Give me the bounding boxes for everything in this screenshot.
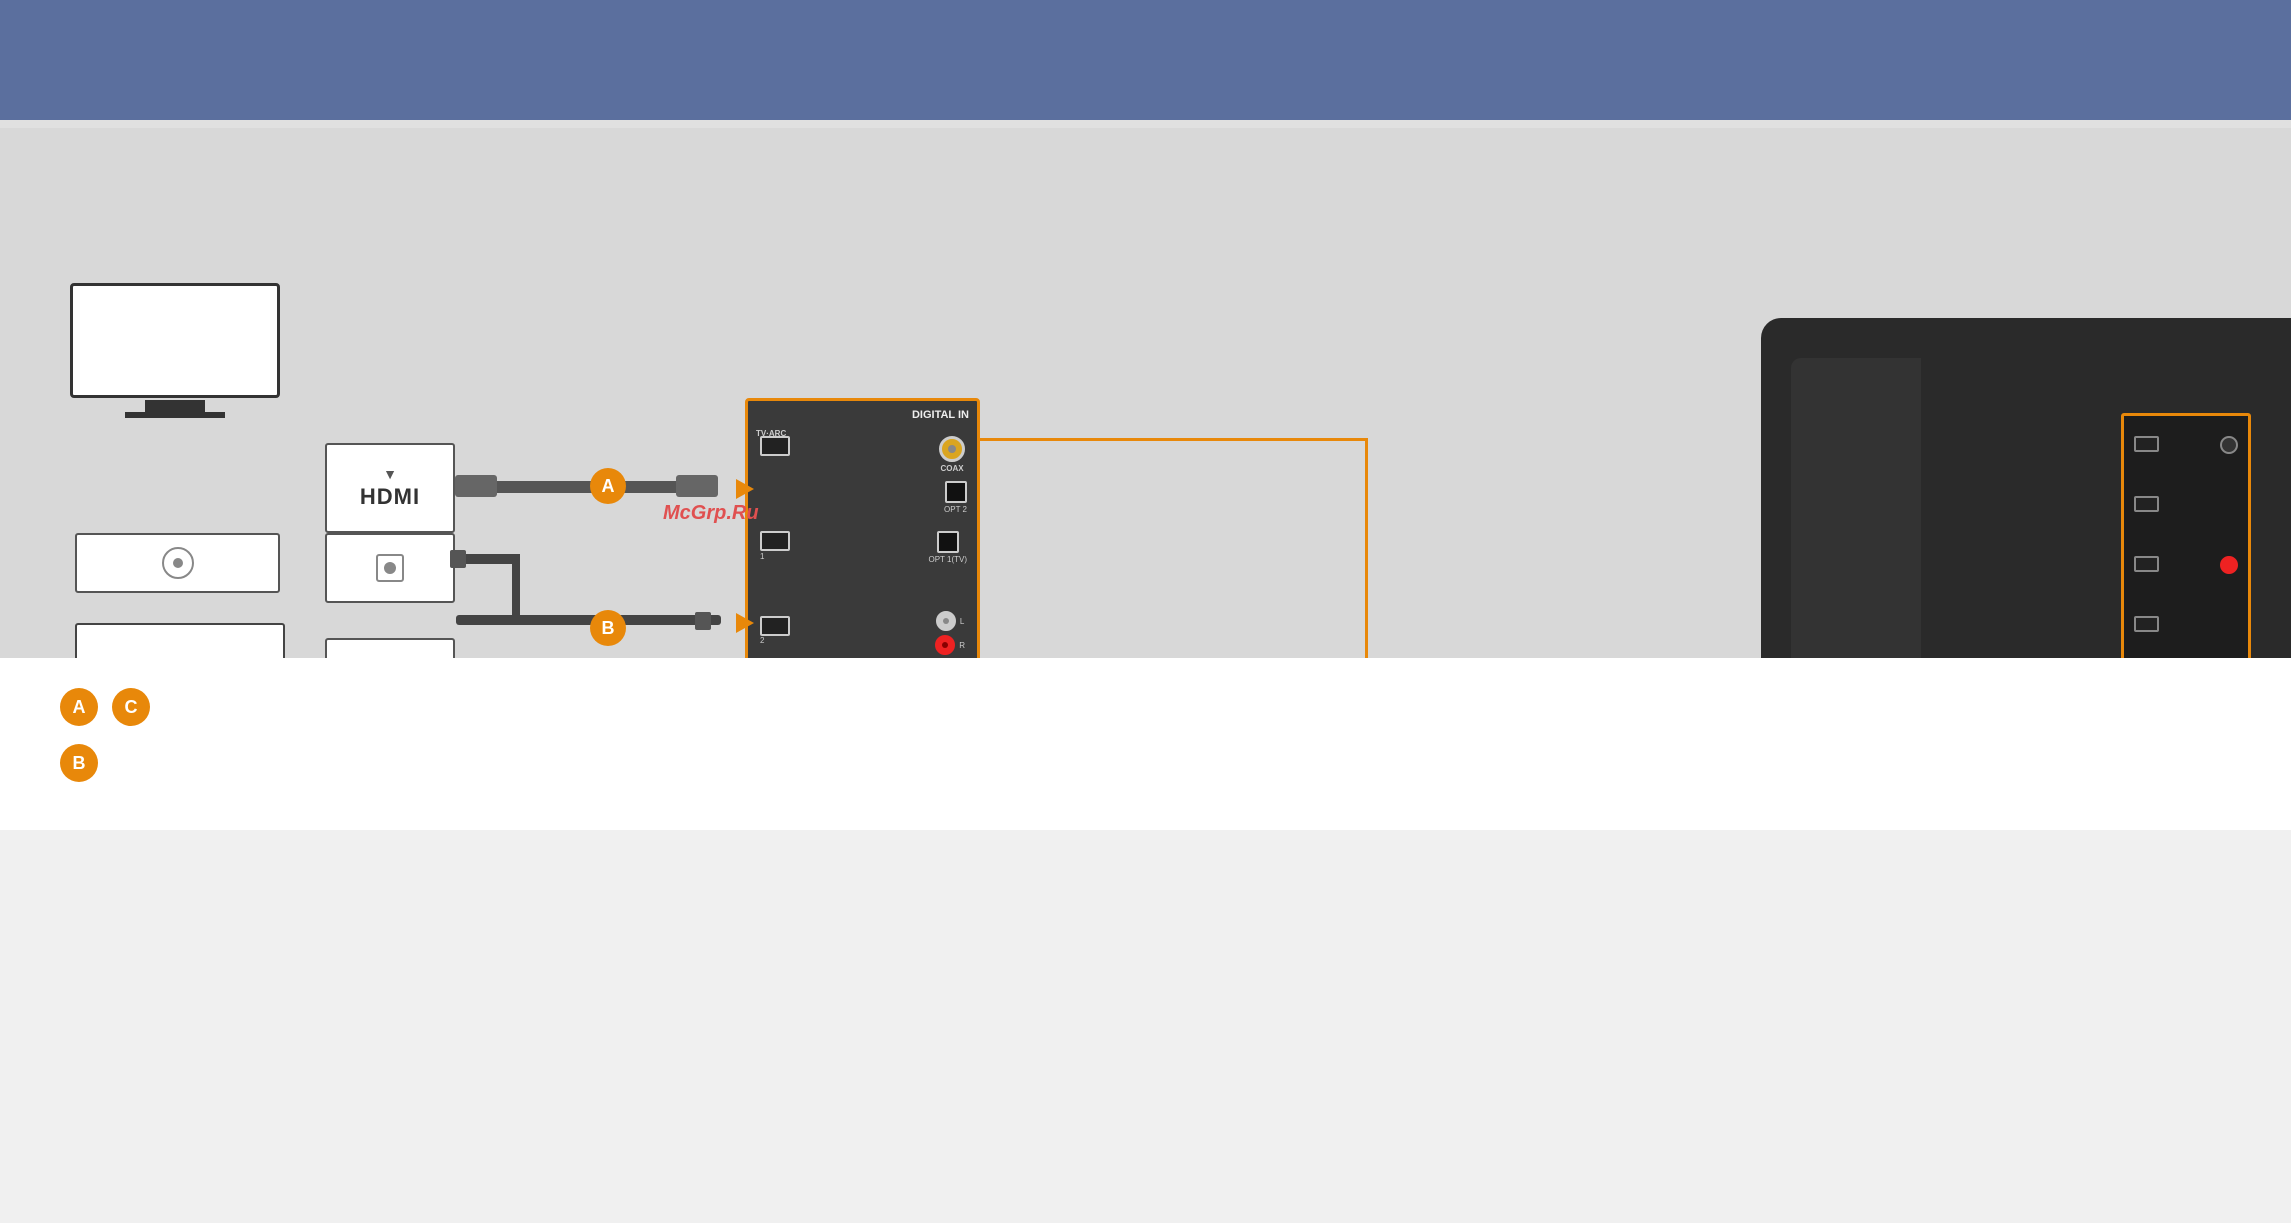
opt1-port bbox=[937, 531, 959, 553]
tv-screen bbox=[70, 283, 280, 398]
badge-a-note: A bbox=[60, 688, 98, 726]
badge-b-note: B bbox=[60, 744, 98, 782]
soundbar-body-left bbox=[1791, 358, 1931, 658]
opt2-label: OPT 2 bbox=[944, 505, 967, 514]
note-b-badges: B bbox=[60, 744, 106, 782]
hdmi-label-top: HDMI bbox=[360, 484, 420, 510]
hdmi-box-top: ▼ HDMI bbox=[325, 443, 455, 533]
note-ac: A C bbox=[60, 688, 2231, 726]
hdmi-box-bot: ▼ HDMI bbox=[325, 638, 455, 658]
soundbar-back-panel: DIGITAL IN TV·ARC COAX OPT 2 1 bbox=[745, 398, 980, 658]
connect-line-top bbox=[978, 438, 1368, 441]
r-label: R bbox=[959, 641, 965, 650]
sp-hdmi3 bbox=[2134, 556, 2159, 572]
hdmi-out-port bbox=[760, 436, 790, 456]
tv-device bbox=[60, 283, 290, 428]
sp-rca1 bbox=[2220, 436, 2238, 454]
sp-rca2 bbox=[2220, 556, 2238, 574]
sp-hdmi1 bbox=[2134, 436, 2159, 452]
coax-rca-port bbox=[939, 436, 965, 462]
connect-line-right bbox=[1365, 438, 1368, 658]
note-ac-badges: A C bbox=[60, 688, 158, 726]
opt2-port-area: OPT 2 bbox=[944, 481, 967, 514]
soundbar-device bbox=[1761, 318, 2291, 658]
hdmi-arrow-top: ▼ bbox=[383, 466, 397, 482]
hdmi-out-port-area bbox=[760, 436, 790, 456]
separator-bar bbox=[0, 120, 2291, 128]
hdmi-in2-label: 2 bbox=[760, 636, 790, 645]
arrow-b bbox=[736, 613, 754, 633]
coax-port-area: COAX bbox=[939, 436, 965, 473]
soundbar-panel-highlight bbox=[2121, 413, 2251, 658]
opt-connector-b-left bbox=[450, 550, 466, 568]
diagram-area: ▼ HDMI ▼ HDMI A B C DIGITAL IN TV·ARC bbox=[0, 128, 2291, 658]
badge-c-note: C bbox=[112, 688, 150, 726]
lr-rca-area: L R bbox=[935, 611, 965, 655]
sp-hdmi4 bbox=[2134, 616, 2159, 632]
cable-b-seg2 bbox=[456, 615, 721, 625]
hdmi-in2-area: 2 bbox=[760, 616, 790, 645]
opt1-label: OPT 1(TV) bbox=[928, 555, 967, 564]
hdmi-connector-a-right bbox=[676, 475, 718, 497]
optical-device bbox=[75, 533, 280, 593]
optical-box-mid bbox=[325, 533, 455, 603]
note-b: B bbox=[60, 744, 2231, 782]
top-banner bbox=[0, 0, 2291, 120]
badge-b: B bbox=[590, 610, 626, 646]
opt-connector-b-right bbox=[695, 612, 711, 630]
cable-b-vert bbox=[512, 554, 520, 619]
hdmi-in1-label: 1 bbox=[760, 552, 790, 561]
bottom-area: A C B bbox=[0, 658, 2291, 830]
opt1-port-area: OPT 1(TV) bbox=[928, 531, 967, 564]
coax-port-label: COAX bbox=[940, 464, 963, 473]
hdmi-in1-port bbox=[760, 531, 790, 551]
opt2-port bbox=[945, 481, 967, 503]
arrow-a bbox=[736, 479, 754, 499]
sp-hdmi2 bbox=[2134, 496, 2159, 512]
digital-in-label: DIGITAL IN bbox=[912, 409, 969, 421]
hdmi-in2-port bbox=[760, 616, 790, 636]
tv-base bbox=[125, 412, 225, 418]
hdmi-in1-area: 1 bbox=[760, 531, 790, 561]
tv-stand bbox=[145, 400, 205, 412]
bd-device bbox=[75, 623, 285, 658]
hdmi-connector-a-left bbox=[455, 475, 497, 497]
badge-a: A bbox=[590, 468, 626, 504]
l-label: L bbox=[960, 617, 964, 626]
